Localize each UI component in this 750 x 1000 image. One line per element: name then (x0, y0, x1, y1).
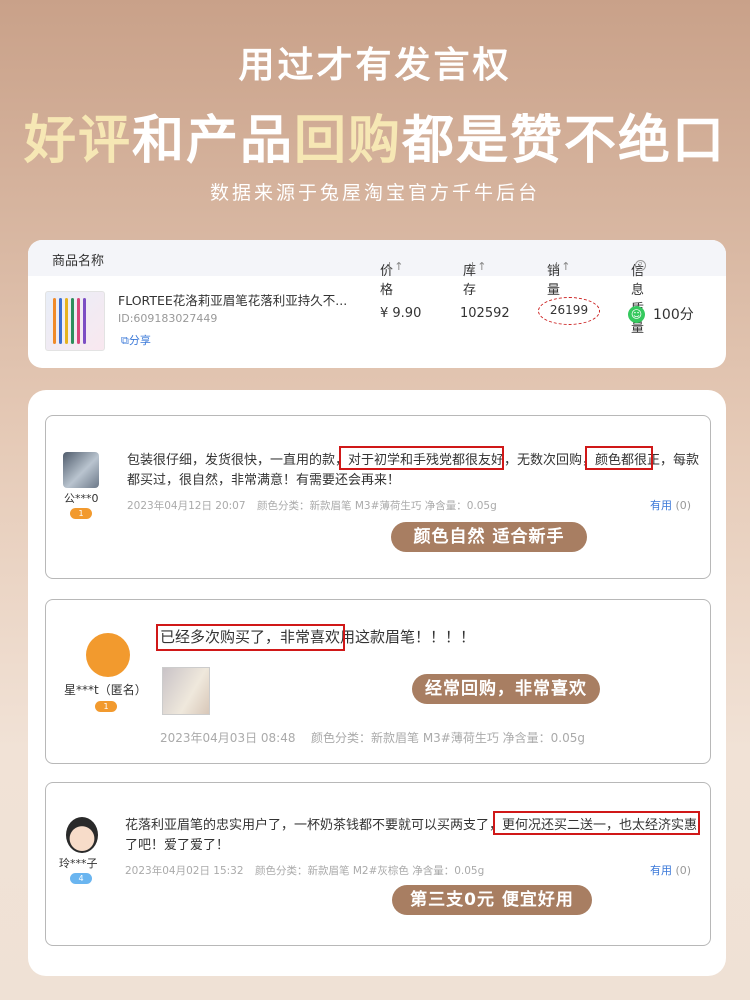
header-main-title: 好评和产品回购都是赞不绝口 (0, 98, 750, 173)
header-source-note: 数据来源于兔屋淘宝官方千牛后台 (209, 182, 540, 204)
review-date: 2023年04月03日 08:48 (160, 731, 296, 745)
help-icon[interactable]: ? (635, 260, 646, 271)
product-table-card: 商品名称 价格↓↑ 库存↓↑ 销量↓↑ 信息质量? FLORTEE花洛莉亚眉笔花… (28, 240, 726, 368)
product-quality: ☺ 100分 (628, 304, 694, 324)
smile-icon: ☺ (628, 305, 645, 323)
product-table-header: 商品名称 价格↓↑ 库存↓↑ 销量↓↑ 信息质量? (28, 240, 726, 336)
product-price: ¥ 9.90 (380, 306, 422, 321)
review-spec: 颜色分类：新款眉笔 M3#薄荷生巧 净含量：0.05g (311, 731, 586, 745)
user-level-badge: 1 (95, 701, 117, 712)
review-username: 公***0 (64, 492, 99, 505)
review-highlight-box (156, 624, 345, 651)
header-main-part-2: 和产品 (131, 111, 294, 171)
review-date: 2023年04月02日 15:32 (125, 865, 244, 877)
product-thumbnail-image[interactable] (45, 291, 105, 351)
header-subtitle: 用过才有发言权 (238, 45, 512, 86)
review-highlight-box (493, 811, 700, 835)
review-summary-tag: 颜色自然 适合新手 (391, 522, 587, 552)
user-level-badge: 1 (70, 508, 92, 519)
review-username: 星***t（匿名） (64, 683, 147, 697)
share-label: 分享 (128, 334, 151, 347)
review-spec: 颜色分类：新款眉笔 M3#薄荷生巧 净含量：0.05g (257, 500, 497, 512)
share-icon: ⧉ (121, 334, 129, 347)
useful-count: (0) (675, 499, 692, 512)
product-id: ID:609183027449 (118, 312, 218, 325)
useful-button[interactable]: 有用 (0) (650, 862, 691, 878)
useful-label: 有用 (650, 864, 672, 877)
useful-count: (0) (675, 864, 692, 877)
avatar[interactable] (86, 633, 130, 677)
header-main-part-1: 好评 (23, 111, 132, 171)
reviews-panel: 公***0 1 包装很仔细，发货很快，一直用的款，对于初学和手残党都很友好，无数… (28, 390, 726, 976)
review-card: 星***t（匿名） 1 已经多次购买了，非常喜欢用这款眉笔！！！！ 2023年0… (45, 599, 711, 764)
product-stock: 102592 (460, 306, 510, 321)
product-row[interactable]: FLORTEE花洛莉亚眉笔花落利亚持久不... ID:609183027449 … (28, 276, 726, 368)
share-link[interactable]: ⧉分享 (121, 332, 151, 348)
user-level-badge: 4 (70, 873, 92, 884)
useful-button[interactable]: 有用 (0) (650, 497, 691, 513)
sort-icon: ↓↑ (552, 260, 571, 273)
product-sales: 26199 (538, 297, 600, 325)
col-product-name: 商品名称 (52, 254, 105, 269)
sort-icon: ↓↑ (468, 260, 487, 273)
avatar[interactable] (63, 452, 99, 488)
review-date: 2023年04月12日 20:07 (127, 500, 246, 512)
review-summary-tag: 第三支0元 便宜好用 (392, 885, 592, 915)
sort-icon: ↓↑ (385, 260, 404, 273)
review-spec: 颜色分类：新款眉笔 M2#灰棕色 净含量：0.05g (255, 865, 485, 877)
review-highlight-box (339, 446, 504, 470)
review-summary-tag: 经常回购，非常喜欢 (412, 674, 600, 704)
review-card: 玲***子 4 花落利亚眉笔的忠实用户了，一杯奶茶钱都不要就可以买两支了，更何况… (45, 782, 711, 946)
useful-label: 有用 (650, 499, 672, 512)
avatar[interactable] (66, 817, 98, 853)
review-highlight-box (585, 446, 653, 470)
header-main-part-3: 回购 (294, 111, 403, 171)
product-title[interactable]: FLORTEE花洛莉亚眉笔花落利亚持久不... (118, 290, 347, 309)
review-username: 玲***子 (59, 857, 98, 870)
review-photo-thumbnail[interactable] (162, 667, 210, 715)
review-card: 公***0 1 包装很仔细，发货很快，一直用的款，对于初学和手残党都很友好，无数… (45, 415, 711, 579)
quality-score: 100分 (653, 307, 694, 323)
header-main-part-4: 都是赞不绝口 (402, 111, 727, 171)
